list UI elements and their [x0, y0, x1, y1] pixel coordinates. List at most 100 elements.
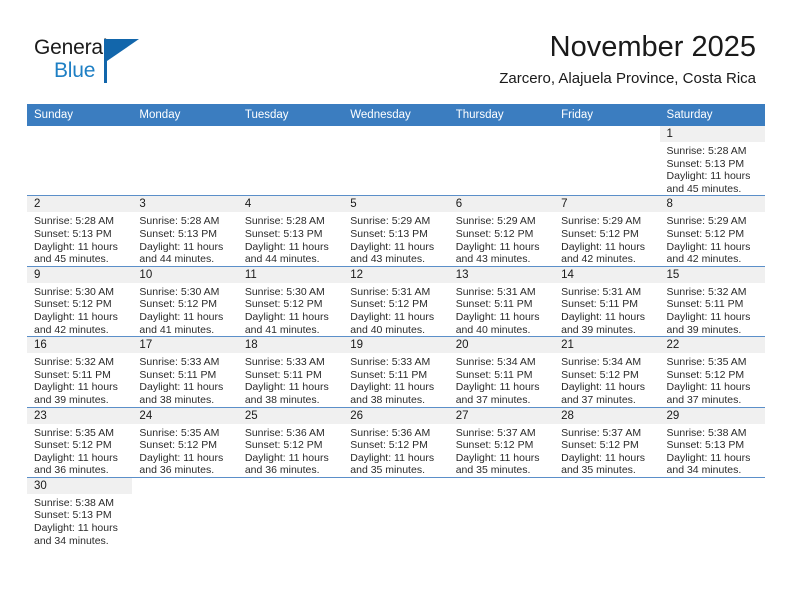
day-number-band: 11	[237, 266, 344, 283]
day-detail-line: Sunset: 5:13 PM	[34, 227, 112, 240]
day-detail-line: Daylight: 11 hours	[561, 381, 645, 394]
day-number: 24	[139, 409, 153, 422]
day-detail-line: Sunset: 5:12 PM	[34, 298, 112, 311]
day-detail-line: Daylight: 11 hours	[666, 451, 751, 464]
day-number-band: 26	[343, 407, 449, 424]
day-detail-line: Sunrise: 5:38 AM	[666, 426, 747, 439]
day-number: 9	[34, 268, 41, 281]
calendar-day-cell[interactable]: 1 Sunrise: 5:28 AM Sunset: 5:13 PM Daylight…	[659, 126, 765, 196]
day-number-band: 17	[132, 337, 238, 354]
calendar-day-cell[interactable]: 5 Sunrise: 5:29 AM Sunset: 5:13 PM Daylight…	[343, 195, 449, 267]
day-detail-line: Sunset: 5:11 PM	[455, 368, 533, 381]
day-detail-block: Sunrise: 5:30 AM Sunset: 5:12 PM Daylight:…	[238, 283, 343, 336]
calendar-day-cell[interactable]: 17 Sunrise: 5:33 AM Sunset: 5:11 PM Dayligh…	[132, 336, 238, 407]
day-number: 11	[244, 268, 257, 281]
day-number: 23	[34, 409, 47, 422]
calendar-day-cell[interactable]: 28 Sunrise: 5:37 AM Sunset: 5:12 PM Dayligh…	[554, 406, 660, 478]
day-detail-line: and 44 minutes.	[244, 253, 320, 266]
calendar-week-row: 16 Sunrise: 5:32 AM Sunset: 5:11 PM Dayligh…	[27, 336, 765, 407]
calendar-day-cell[interactable]: 24 Sunrise: 5:35 AM Sunset: 5:12 PM Dayligh…	[132, 406, 238, 478]
day-detail-block: Sunrise: 5:38 AM Sunset: 5:13 PM Daylight:…	[27, 494, 132, 547]
calendar-page: General Blue November 2025 Zarcero, Alaj…	[0, 0, 792, 612]
day-detail-line: Sunset: 5:12 PM	[34, 439, 112, 452]
day-detail-line: Sunset: 5:11 PM	[455, 298, 533, 311]
day-detail-line: Sunrise: 5:31 AM	[455, 285, 536, 298]
calendar-day-cell[interactable]: 16 Sunrise: 5:32 AM Sunset: 5:11 PM Dayligh…	[27, 336, 133, 407]
day-detail-block: Sunrise: 5:30 AM Sunset: 5:12 PM Daylight:…	[27, 283, 132, 336]
generalblue-logo[interactable]: General Blue	[34, 36, 234, 92]
day-detail-line: Daylight: 11 hours	[244, 310, 329, 323]
day-detail-line: Sunset: 5:12 PM	[561, 227, 639, 240]
calendar-day-cell[interactable]: 6 Sunrise: 5:29 AM Sunset: 5:12 PM Daylight…	[448, 195, 555, 267]
day-number-band: 21	[554, 337, 660, 354]
day-detail-line: and 38 minutes.	[244, 393, 320, 406]
day-number: 13	[455, 268, 469, 281]
calendar-day-cell[interactable]: 18 Sunrise: 5:33 AM Sunset: 5:11 PM Dayligh…	[237, 336, 344, 407]
calendar-day-cell[interactable]: 25 Sunrise: 5:36 AM Sunset: 5:12 PM Dayligh…	[237, 406, 344, 478]
calendar-empty-cell	[448, 476, 555, 548]
calendar-day-cell[interactable]: 12 Sunrise: 5:31 AM Sunset: 5:12 PM Dayligh…	[343, 265, 449, 337]
day-detail-block	[27, 142, 132, 145]
day-detail-block: Sunrise: 5:36 AM Sunset: 5:12 PM Daylight:…	[238, 424, 343, 477]
day-number: 16	[34, 339, 47, 352]
calendar-empty-cell	[237, 476, 344, 548]
calendar-day-cell[interactable]: 23 Sunrise: 5:35 AM Sunset: 5:12 PM Dayligh…	[27, 406, 133, 478]
day-detail-line: and 35 minutes.	[561, 464, 636, 477]
day-detail-line: Sunset: 5:12 PM	[666, 368, 745, 381]
day-number-band: 2	[27, 196, 133, 213]
day-number-band: 18	[237, 337, 344, 354]
day-detail-block: Sunrise: 5:33 AM Sunset: 5:11 PM Daylight:…	[132, 353, 237, 406]
calendar-day-cell[interactable]: 2 Sunrise: 5:28 AM Sunset: 5:13 PM Daylight…	[27, 195, 133, 267]
calendar-day-cell[interactable]: 30 Sunrise: 5:38 AM Sunset: 5:13 PM Dayligh…	[27, 476, 133, 548]
calendar-day-cell[interactable]: 21 Sunrise: 5:34 AM Sunset: 5:12 PM Dayligh…	[554, 336, 660, 407]
calendar-day-cell[interactable]: 20 Sunrise: 5:34 AM Sunset: 5:11 PM Dayligh…	[448, 336, 555, 407]
logo-text-blue: Blue	[54, 59, 96, 82]
day-detail-line: Sunrise: 5:35 AM	[666, 356, 747, 369]
day-number: 14	[561, 268, 574, 281]
calendar-day-cell[interactable]: 4 Sunrise: 5:28 AM Sunset: 5:13 PM Daylight…	[237, 195, 344, 267]
day-detail-line: and 37 minutes.	[666, 393, 742, 406]
calendar-day-cell[interactable]: 14 Sunrise: 5:31 AM Sunset: 5:11 PM Dayligh…	[554, 265, 660, 337]
calendar-day-cell[interactable]: 13 Sunrise: 5:31 AM Sunset: 5:11 PM Dayligh…	[448, 265, 555, 337]
day-detail-line: Sunrise: 5:28 AM	[244, 215, 325, 228]
day-detail-block: Sunrise: 5:31 AM Sunset: 5:11 PM Daylight:…	[449, 283, 554, 336]
day-detail-line: and 37 minutes.	[561, 393, 636, 406]
day-number-band: 16	[27, 337, 133, 354]
calendar-day-cell[interactable]: 19 Sunrise: 5:33 AM Sunset: 5:11 PM Dayligh…	[343, 336, 449, 407]
calendar-empty-cell	[132, 476, 238, 548]
calendar-day-cell[interactable]: 22 Sunrise: 5:35 AM Sunset: 5:12 PM Dayligh…	[659, 336, 765, 407]
day-detail-line: Sunrise: 5:31 AM	[350, 285, 431, 298]
calendar-day-cell[interactable]: 15 Sunrise: 5:32 AM Sunset: 5:11 PM Dayligh…	[659, 265, 765, 337]
day-detail-line: Daylight: 11 hours	[139, 240, 224, 253]
day-detail-line: Sunset: 5:12 PM	[350, 298, 428, 311]
calendar-day-cell[interactable]: 10 Sunrise: 5:30 AM Sunset: 5:12 PM Dayligh…	[132, 265, 238, 337]
calendar-day-cell[interactable]: 9 Sunrise: 5:30 AM Sunset: 5:12 PM Daylight…	[27, 265, 133, 337]
day-detail-line: Daylight: 11 hours	[34, 381, 118, 394]
calendar-day-cell[interactable]: 26 Sunrise: 5:36 AM Sunset: 5:12 PM Dayligh…	[343, 406, 449, 478]
day-number: 25	[244, 409, 258, 422]
day-detail-line: Daylight: 11 hours	[350, 381, 435, 394]
logo-text-general: General	[34, 36, 108, 59]
calendar-day-cell[interactable]: 3 Sunrise: 5:28 AM Sunset: 5:13 PM Daylight…	[132, 195, 238, 267]
calendar-day-cell[interactable]: 11 Sunrise: 5:30 AM Sunset: 5:12 PM Dayligh…	[237, 265, 344, 337]
day-number-band	[448, 477, 555, 494]
calendar-day-cell[interactable]: 27 Sunrise: 5:37 AM Sunset: 5:12 PM Dayligh…	[448, 406, 555, 478]
calendar-table: Sunday Monday Tuesday Wednesday Thursday Frid…	[27, 104, 765, 548]
day-detail-line: and 45 minutes.	[34, 253, 109, 266]
day-detail-block: Sunrise: 5:33 AM Sunset: 5:11 PM Daylight:…	[343, 353, 448, 406]
day-number-band: 14	[554, 266, 660, 283]
calendar-day-cell[interactable]: 7 Sunrise: 5:29 AM Sunset: 5:12 PM Daylight…	[554, 195, 660, 267]
calendar-day-cell[interactable]: 8 Sunrise: 5:29 AM Sunset: 5:12 PM Daylight…	[659, 195, 765, 267]
day-detail-line: Sunset: 5:11 PM	[244, 368, 322, 381]
weekday-header-sunday: Sunday	[27, 104, 133, 126]
day-detail-line: Daylight: 11 hours	[350, 310, 435, 323]
day-number-band: 12	[343, 266, 449, 283]
calendar-day-cell[interactable]: 29 Sunrise: 5:38 AM Sunset: 5:13 PM Dayligh…	[659, 406, 765, 478]
day-detail-line: and 42 minutes.	[666, 253, 742, 266]
day-detail-line: Daylight: 11 hours	[666, 240, 751, 253]
calendar-header-row: Sunday Monday Tuesday Wednesday Thursday Frid…	[27, 104, 765, 126]
day-detail-line: Sunrise: 5:31 AM	[561, 285, 642, 298]
day-detail-line: and 37 minutes.	[455, 393, 531, 406]
day-detail-block: Sunrise: 5:35 AM Sunset: 5:12 PM Daylight:…	[660, 353, 765, 406]
day-number-band	[554, 126, 660, 142]
